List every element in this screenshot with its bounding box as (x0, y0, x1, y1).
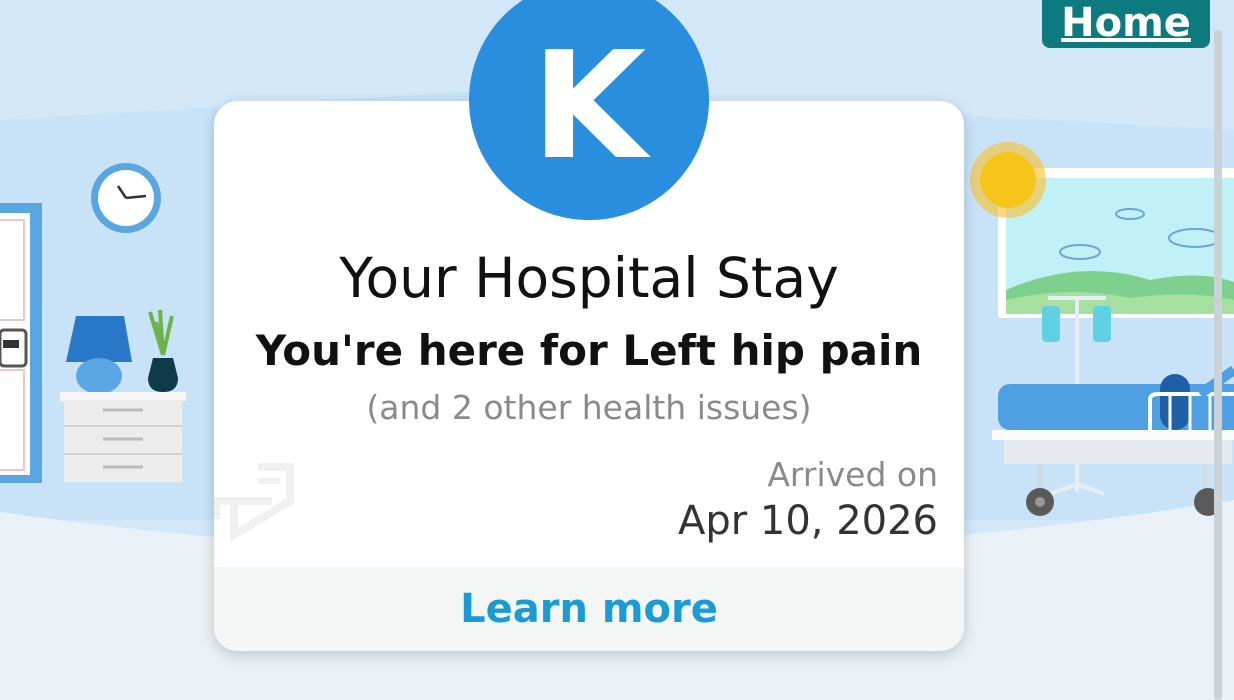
bed-watermark-icon (214, 463, 294, 543)
learn-more-button[interactable]: Learn more (214, 567, 964, 651)
window-icon (970, 142, 1234, 318)
visit-reason: You're here for Left hip pain (255, 326, 923, 375)
sun-icon (970, 142, 1046, 218)
other-issues: (and 2 other health issues) (366, 388, 812, 427)
door-icon (0, 203, 42, 483)
arrived-label: Arrived on (767, 455, 938, 494)
page-title: Your Hospital Stay (339, 246, 839, 310)
arrived-date: Apr 10, 2026 (677, 498, 938, 544)
scrollbar[interactable] (1214, 30, 1222, 700)
home-button[interactable]: Home (1042, 0, 1210, 48)
clock-icon (91, 163, 161, 233)
nightstand-icon (60, 392, 186, 482)
learn-more-label[interactable]: Learn more (460, 586, 718, 632)
avatar-letter: K (531, 20, 647, 192)
